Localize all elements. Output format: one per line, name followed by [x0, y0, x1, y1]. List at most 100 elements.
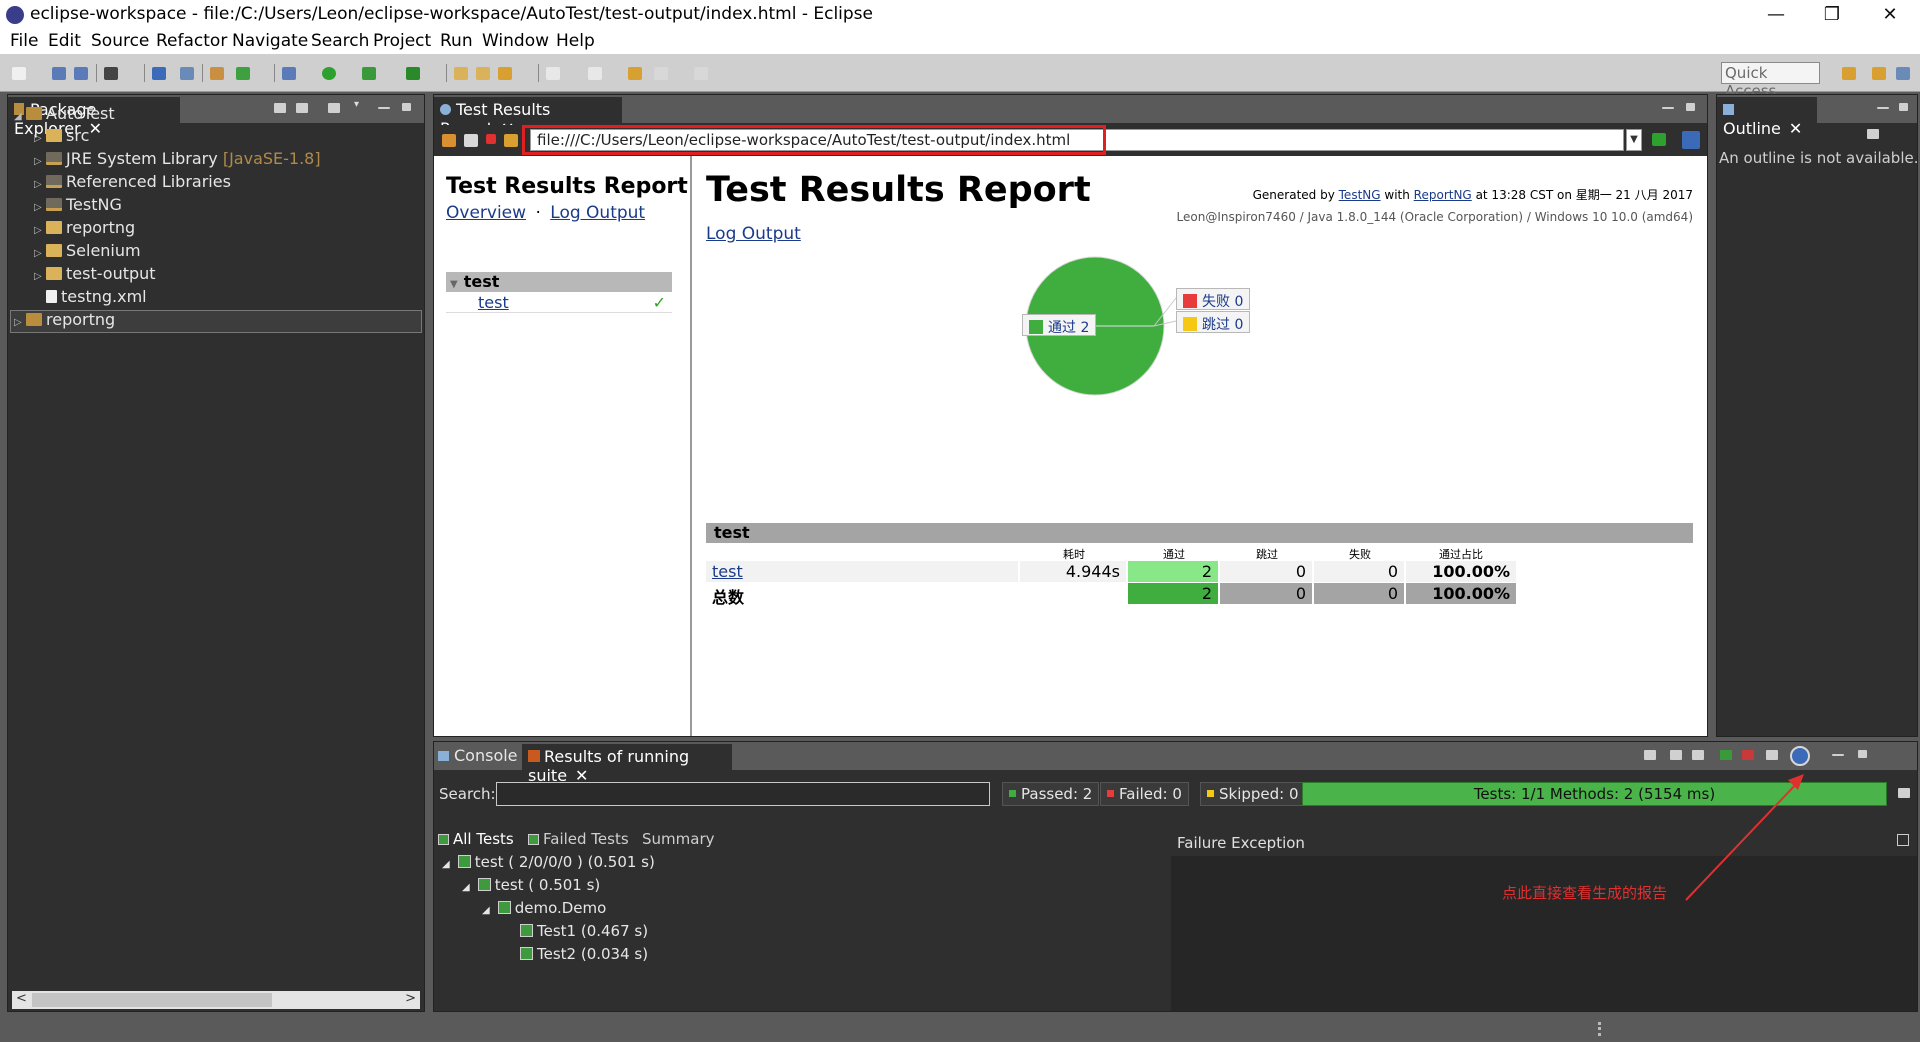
tab-console[interactable]: Console [438, 746, 518, 765]
last-edit-icon[interactable] [628, 67, 642, 80]
scroll-down-icon[interactable] [1670, 750, 1682, 760]
tab-failed-tests[interactable]: Failed Tests [528, 830, 629, 848]
run-history-icon[interactable] [362, 67, 376, 80]
tree-test[interactable]: ◢ test ( 0.501 s) [462, 876, 600, 894]
progress-menu-icon[interactable] [1898, 788, 1910, 798]
minimize-view-icon[interactable] [1832, 754, 1844, 756]
minimize-view-icon[interactable] [378, 107, 390, 109]
testng-link[interactable]: TestNG [1339, 188, 1381, 202]
external-tools-icon[interactable] [406, 67, 420, 80]
menu-project[interactable]: Project [373, 31, 431, 51]
next-annotation-icon[interactable] [588, 67, 602, 80]
overview-link[interactable]: Overview [446, 203, 526, 223]
tree-item-reportng-project[interactable]: ▷ reportng [14, 310, 115, 333]
close-window-button[interactable]: ✕ [1870, 2, 1910, 28]
back-icon[interactable] [654, 67, 668, 80]
maximize-button[interactable]: ❐ [1812, 2, 1852, 28]
menu-edit[interactable]: Edit [48, 31, 81, 51]
save-all-icon[interactable] [74, 67, 88, 80]
next-failure-icon[interactable] [1644, 750, 1656, 760]
url-dropdown-icon[interactable]: ▼ [1626, 129, 1642, 151]
minimize-button[interactable]: — [1756, 2, 1796, 28]
link-with-editor-icon[interactable] [296, 103, 308, 113]
open-perspective-icon[interactable] [1842, 67, 1856, 80]
browser-forward-icon[interactable] [464, 134, 478, 147]
collapsed-arrow-icon[interactable]: ▷ [34, 271, 46, 282]
collapsed-arrow-icon[interactable]: ▷ [14, 317, 26, 328]
browser-refresh-icon[interactable] [504, 134, 518, 147]
copy-trace-icon[interactable] [1897, 834, 1909, 846]
refresh-icon[interactable] [236, 67, 250, 80]
minimize-view-icon[interactable] [1877, 107, 1889, 109]
skip-breakpoints-icon[interactable] [180, 67, 194, 80]
tree-item-selenium[interactable]: ▷ Selenium [34, 241, 141, 264]
debug-perspective-icon[interactable] [1896, 67, 1910, 80]
tree-item-autotest[interactable]: ◢ AutoTest [14, 104, 115, 127]
tree-item-testng-xml[interactable]: testng.xml [34, 287, 147, 310]
annotation-icon[interactable] [546, 67, 560, 80]
menu-window[interactable]: Window [482, 31, 549, 51]
expanded-arrow-icon[interactable]: ◢ [14, 111, 26, 122]
tree-class[interactable]: ◢ demo.Demo [482, 899, 606, 917]
collapsed-arrow-icon[interactable]: ▷ [34, 248, 46, 259]
horizontal-scrollbar[interactable]: < > [12, 991, 420, 1009]
browser-back-icon[interactable] [442, 134, 456, 147]
close-tab-icon[interactable]: ✕ [1789, 119, 1802, 138]
menu-search[interactable]: Search [311, 31, 369, 51]
search-tool-icon[interactable] [498, 67, 512, 80]
menu-refactor[interactable]: Refactor [156, 31, 227, 51]
log-output-link[interactable]: Log Output [706, 224, 801, 244]
menu-run[interactable]: Run [440, 31, 473, 51]
menu-help[interactable]: Help [556, 31, 595, 51]
search-input[interactable] [496, 782, 990, 806]
view-menu-icon[interactable]: ▾ [354, 99, 366, 110]
reportng-link[interactable]: ReportNG [1414, 188, 1472, 202]
scroll-right-icon[interactable]: > [405, 991, 416, 1006]
tab-outline[interactable]: Outline ✕ [1717, 97, 1817, 138]
go-icon[interactable] [1652, 133, 1666, 146]
collapsed-arrow-icon[interactable]: ▷ [34, 156, 46, 167]
open-external-browser-icon[interactable] [1682, 131, 1700, 149]
maximize-view-icon[interactable] [1899, 103, 1908, 111]
save-icon[interactable] [52, 67, 66, 80]
maximize-view-icon[interactable] [1686, 103, 1695, 111]
open-type-icon[interactable] [454, 67, 468, 80]
collapse-all-icon[interactable] [274, 103, 286, 113]
menu-source[interactable]: Source [91, 31, 149, 51]
tab-test-results-report[interactable]: Test Results Report✕ [434, 97, 622, 138]
scroll-up-icon[interactable] [1692, 750, 1704, 760]
open-report-icon[interactable] [1790, 746, 1810, 766]
maximize-view-icon[interactable] [402, 103, 411, 111]
open-resource-icon[interactable] [476, 67, 490, 80]
terminal-icon[interactable] [152, 67, 166, 80]
java-perspective-icon[interactable] [1872, 67, 1886, 80]
run-icon[interactable] [322, 67, 336, 80]
debug-config-icon[interactable] [104, 67, 118, 80]
rerun-icon[interactable] [1720, 750, 1732, 760]
suite-test-link[interactable]: test [478, 293, 509, 312]
collapsed-arrow-icon[interactable]: ▷ [34, 225, 46, 236]
browser-stop-icon[interactable] [486, 134, 496, 144]
collapsed-arrow-icon[interactable]: ▷ [34, 179, 46, 190]
step-icon[interactable] [282, 67, 296, 80]
suite-collapse-icon[interactable]: ▼ [450, 279, 458, 290]
rerun-failed-icon[interactable] [1742, 750, 1754, 760]
tree-item-jre[interactable]: ▷ JRE System Library [JavaSE-1.8] [34, 149, 321, 172]
tree-method-test2[interactable]: Test2 (0.034 s) [520, 945, 648, 963]
collapsed-arrow-icon[interactable]: ▷ [34, 202, 46, 213]
minimize-view-icon[interactable] [1662, 107, 1674, 109]
tree-item-testng[interactable]: ▷ TestNG [34, 195, 122, 218]
focus-icon[interactable] [328, 103, 340, 113]
suite-header[interactable]: ▼ test [446, 272, 672, 292]
tree-item-reportng-lib[interactable]: ▷ reportng [34, 218, 135, 241]
log-output-nav-link[interactable]: Log Output [550, 203, 645, 223]
test-row-link[interactable]: test [712, 562, 743, 581]
new-icon[interactable] [12, 67, 26, 80]
scrollbar-thumb[interactable] [32, 993, 272, 1007]
new-java-project-icon[interactable] [210, 67, 224, 80]
maximize-view-icon[interactable] [1858, 750, 1867, 758]
quick-access-input[interactable]: Quick Access [1721, 62, 1820, 100]
tree-item-src[interactable]: ▷ src [34, 126, 89, 149]
menu-navigate[interactable]: Navigate [232, 31, 308, 51]
outline-toolbar-icon[interactable] [1867, 129, 1879, 139]
